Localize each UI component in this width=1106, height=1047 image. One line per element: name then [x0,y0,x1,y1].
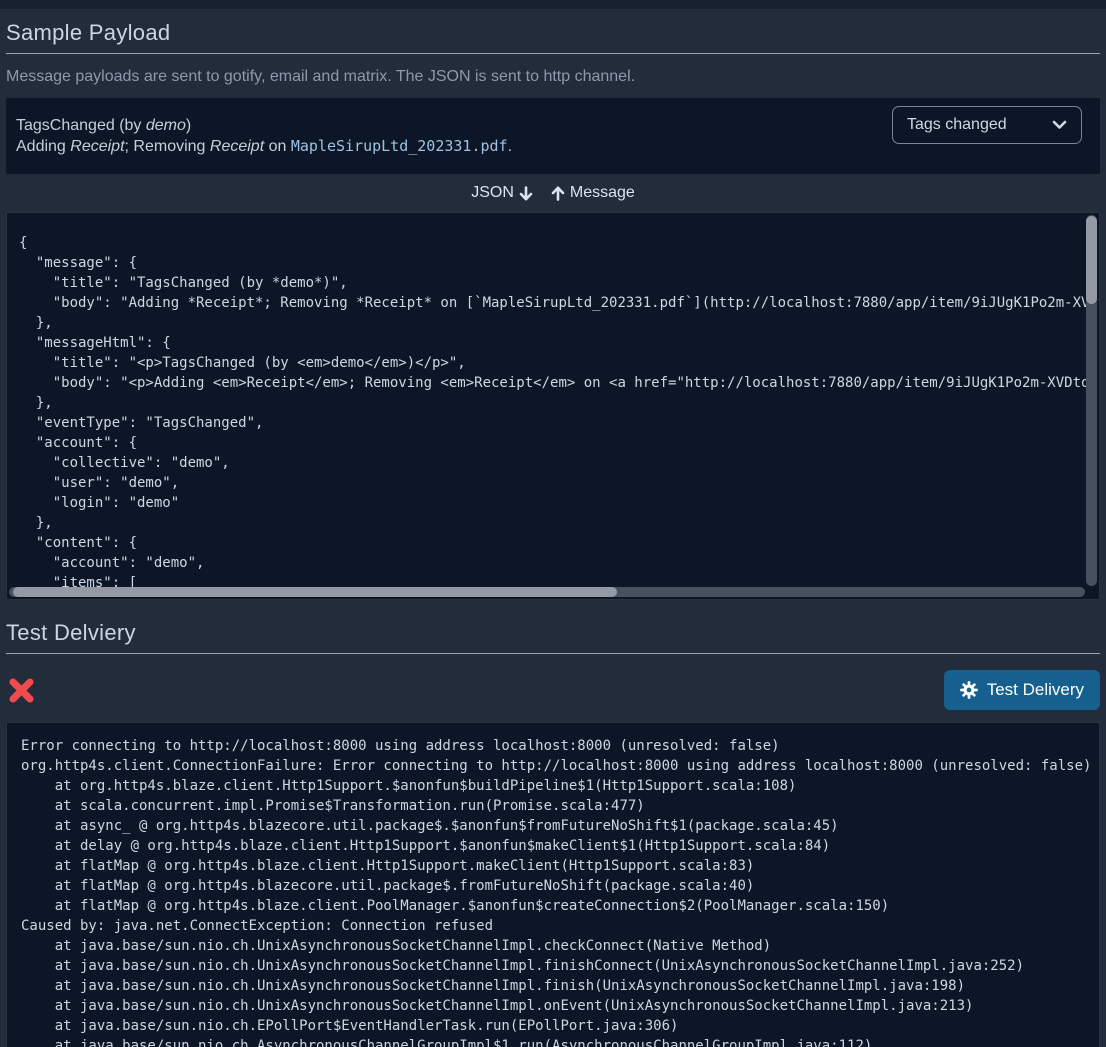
tab-json-label: JSON [471,184,514,202]
code-line: "content": { [19,533,1087,553]
event-title-suffix: ) [186,117,191,134]
code-line: "account": "demo", [19,553,1087,573]
code-line: at java.base/sun.nio.ch.AsynchronousChan… [21,1036,1085,1047]
code-line: at flatMap @ org.http4s.blaze.client.Htt… [21,856,1085,876]
tab-message-label: Message [570,184,635,202]
test-delivery-button-label: Test Delivery [987,680,1084,700]
code-line: at java.base/sun.nio.ch.EPollPort$EventH… [21,1016,1085,1036]
code-line: "login": "demo" [19,493,1087,513]
vertical-scrollbar-thumb[interactable] [1086,216,1097,304]
code-line: at async_ @ org.http4s.blazecore.util.pa… [21,816,1085,836]
code-line: }, [19,393,1087,413]
json-payload-code-block: { "message": { "title": "TagsChanged (by… [6,212,1100,600]
code-line: Error connecting to http://localhost:800… [21,736,1085,756]
code-line: at delay @ org.http4s.blaze.client.Http1… [21,836,1085,856]
tag-removed: Receipt [210,138,264,155]
event-preview-box: TagsChanged (by demo) Adding Receipt; Re… [6,98,1100,174]
code-line: "message": { [19,253,1087,273]
event-body-text: . [508,138,512,155]
code-line: at org.http4s.blaze.client.Http1Support.… [21,776,1085,796]
code-line: at java.base/sun.nio.ch.UnixAsynchronous… [21,956,1085,976]
arrow-up-icon [551,186,565,201]
event-body-text: ; Removing [125,138,210,155]
code-line: at java.base/sun.nio.ch.UnixAsynchronous… [21,976,1085,996]
item-link[interactable]: MapleSirupLtd_202331.pdf [291,137,508,155]
code-line: "eventType": "TagsChanged", [19,413,1087,433]
horizontal-scrollbar[interactable] [9,587,1085,597]
arrow-down-icon [519,186,533,201]
code-line: org.http4s.client.ConnectionFailure: Err… [21,756,1085,776]
test-delivery-title: Test Delviery [6,621,1100,654]
code-line: Caused by: java.net.ConnectException: Co… [21,916,1085,936]
code-line: at java.base/sun.nio.ch.UnixAsynchronous… [21,936,1085,956]
json-payload-lines: { "message": { "title": "TagsChanged (by… [19,233,1087,593]
code-line: { [19,233,1087,253]
code-line: "title": "TagsChanged (by *demo*)", [19,273,1087,293]
test-delivery-controls: Test Delivery [6,670,1100,710]
tab-json[interactable]: JSON [471,184,533,202]
gear-icon [960,681,978,699]
code-line: at scala.concurrent.impl.Promise$Transfo… [21,796,1085,816]
tag-added: Receipt [70,138,124,155]
code-line: "user": "demo", [19,473,1087,493]
vertical-scrollbar[interactable] [1086,215,1097,586]
tab-message[interactable]: Message [551,184,635,202]
code-line: "messageHtml": { [19,333,1087,353]
code-line: at flatMap @ org.http4s.blazecore.util.p… [21,876,1085,896]
code-line: "body": "Adding *Receipt*; Removing *Rec… [19,293,1087,313]
notification-channel-page: Sample Payload Message payloads are sent… [0,0,1106,1047]
test-delivery-button[interactable]: Test Delivery [944,670,1100,710]
horizontal-scrollbar-thumb[interactable] [13,587,617,597]
event-body-text: Adding [16,138,70,155]
event-actor: demo [146,117,186,134]
code-line: "body": "<p>Adding <em>Receipt</em>; Rem… [19,373,1087,393]
test-delivery-error-log: Error connecting to http://localhost:800… [6,722,1100,1047]
payload-view-tabs: JSON Message [6,174,1100,212]
code-line: }, [19,313,1087,333]
event-type-selected-value: Tags changed [907,116,1007,134]
code-line: at java.base/sun.nio.ch.UnixAsynchronous… [21,996,1085,1016]
code-line: "collective": "demo", [19,453,1087,473]
event-title-prefix: TagsChanged (by [16,117,146,134]
code-line: }, [19,513,1087,533]
chevron-down-icon [1052,120,1067,130]
event-type-select[interactable]: Tags changed [892,106,1082,144]
failure-x-icon [8,677,35,704]
code-line: "title": "<p>TagsChanged (by <em>demo</e… [19,353,1087,373]
code-line: "account": { [19,433,1087,453]
sample-payload-title: Sample Payload [6,21,1100,54]
sample-payload-description: Message payloads are sent to gotify, ema… [6,67,1100,87]
top-divider-strip [0,0,1106,9]
event-body-text: on [264,138,291,155]
code-line: at flatMap @ org.http4s.blaze.client.Poo… [21,896,1085,916]
